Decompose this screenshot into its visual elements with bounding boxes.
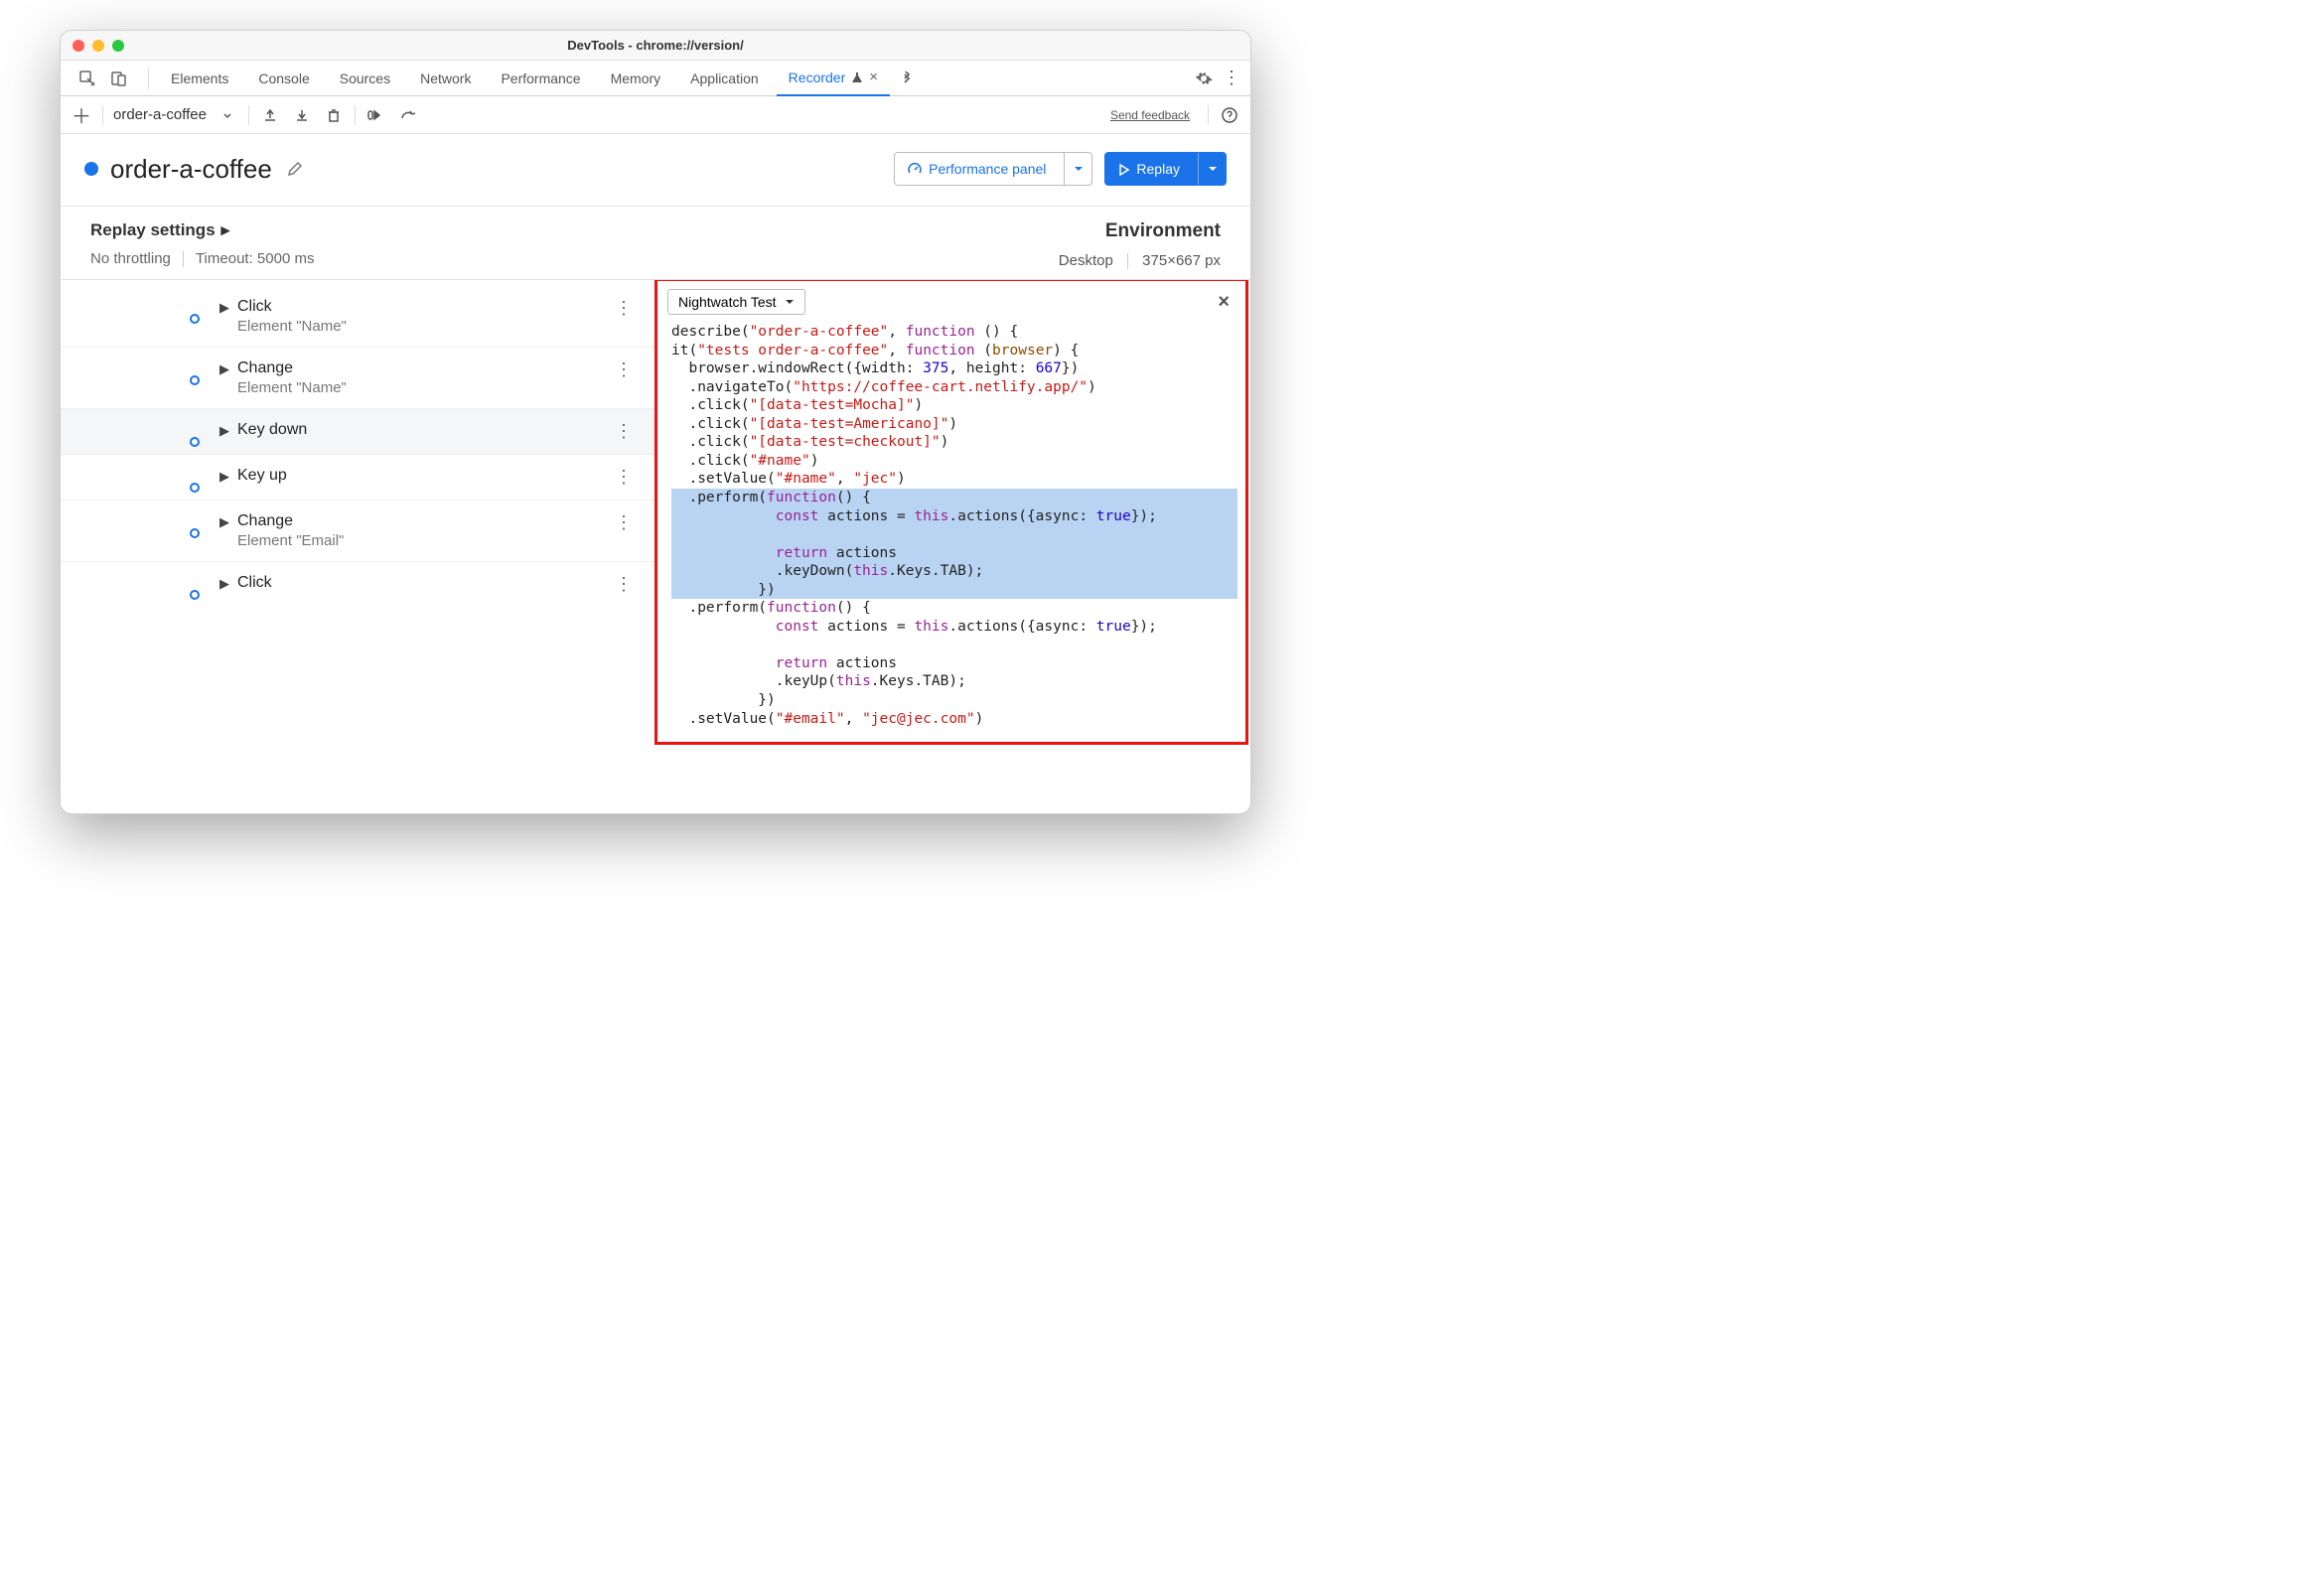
- step-row[interactable]: ▶ Key down ⋮: [61, 408, 655, 454]
- chevron-down-icon[interactable]: [217, 104, 238, 126]
- timeout-value: Timeout: 5000 ms: [196, 250, 315, 267]
- env-device: Desktop: [1059, 252, 1113, 269]
- export-format-label: Nightwatch Test: [678, 294, 777, 310]
- recorder-toolbar: ＋ order-a-coffee Send feedback: [61, 96, 1250, 134]
- window-title: DevTools - chrome://version/: [61, 38, 1250, 53]
- tab-application[interactable]: Application: [678, 61, 771, 96]
- panel-tabs: Elements Console Sources Network Perform…: [61, 61, 1250, 96]
- tab-console[interactable]: Console: [246, 61, 321, 96]
- step-title: Change: [237, 512, 344, 530]
- step-row[interactable]: ▶ Change Element "Name" ⋮: [61, 347, 655, 408]
- code-body[interactable]: describe("order-a-coffee", function () {…: [657, 323, 1245, 742]
- step-subtitle: Element "Email": [237, 532, 344, 549]
- export-code-panel: Nightwatch Test × describe("order-a-coff…: [654, 279, 1248, 745]
- step-title: Change: [237, 359, 347, 377]
- expand-step-icon[interactable]: ▶: [219, 514, 229, 530]
- expand-step-icon[interactable]: ▶: [219, 300, 229, 316]
- device-toggle-icon[interactable]: [108, 68, 130, 89]
- step-subtitle: Element "Name": [237, 318, 347, 335]
- page-title: order-a-coffee: [110, 154, 272, 185]
- tab-sources[interactable]: Sources: [328, 61, 402, 96]
- close-tab-icon[interactable]: ×: [869, 69, 878, 85]
- step-row[interactable]: ▶ Click Element "Name" ⋮: [61, 286, 655, 347]
- expand-step-icon[interactable]: ▶: [219, 469, 229, 485]
- step-row[interactable]: ▶ Change Element "Email" ⋮: [61, 500, 655, 561]
- gauge-icon: [907, 161, 923, 177]
- performance-panel-dropdown[interactable]: [1064, 153, 1091, 185]
- expand-step-icon[interactable]: ▶: [219, 423, 229, 439]
- more-tabs-icon[interactable]: [896, 68, 918, 89]
- help-icon[interactable]: [1219, 104, 1240, 126]
- tab-memory[interactable]: Memory: [599, 61, 673, 96]
- flask-icon: [851, 72, 863, 83]
- tab-elements[interactable]: Elements: [159, 61, 240, 96]
- recorder-body: ▶ Click Element "Name" ⋮ ▶ Change Elemen…: [61, 279, 1250, 813]
- gear-icon[interactable]: [1193, 68, 1215, 89]
- send-feedback-link[interactable]: Send feedback: [1110, 108, 1198, 122]
- inspect-icon[interactable]: [76, 68, 98, 89]
- replay-button[interactable]: Replay: [1104, 152, 1227, 186]
- close-panel-icon[interactable]: ×: [1212, 291, 1235, 314]
- step-menu-icon[interactable]: ⋮: [603, 298, 646, 319]
- step-subtitle: Element "Name": [237, 379, 347, 396]
- replay-button-label: Replay: [1136, 161, 1180, 177]
- throttling-value: No throttling: [90, 250, 171, 267]
- step-title: Click: [237, 298, 347, 316]
- recording-header: order-a-coffee Performance panel Replay: [61, 134, 1250, 207]
- step-menu-icon[interactable]: ⋮: [603, 467, 646, 488]
- titlebar: DevTools - chrome://version/: [61, 31, 1250, 61]
- step-icon[interactable]: [397, 104, 419, 126]
- chevron-down-icon: [785, 297, 795, 307]
- tab-recorder[interactable]: Recorder ×: [777, 61, 890, 96]
- replay-settings: Replay settings ▸ No throttling Timeout:…: [61, 207, 1250, 279]
- step-over-icon[interactable]: [365, 104, 387, 126]
- step-title: Key down: [237, 421, 307, 439]
- devtools-window: DevTools - chrome://version/ Elements Co…: [60, 30, 1251, 814]
- step-menu-icon[interactable]: ⋮: [603, 574, 646, 595]
- add-recording-icon[interactable]: ＋: [71, 104, 92, 126]
- chevron-right-icon: ▸: [221, 220, 230, 240]
- edit-title-icon[interactable]: [284, 158, 306, 180]
- replay-settings-heading[interactable]: Replay settings ▸: [90, 220, 314, 240]
- export-icon[interactable]: [291, 104, 313, 126]
- steps-panel: ▶ Click Element "Name" ⋮ ▶ Change Elemen…: [61, 280, 655, 813]
- tab-network[interactable]: Network: [408, 61, 483, 96]
- kebab-icon[interactable]: ⋮: [1221, 68, 1242, 89]
- step-menu-icon[interactable]: ⋮: [603, 359, 646, 380]
- step-row[interactable]: ▶ Key up ⋮: [61, 454, 655, 500]
- performance-panel-button[interactable]: Performance panel: [894, 152, 1092, 186]
- record-indicator-icon: [84, 162, 98, 176]
- performance-panel-label: Performance panel: [929, 161, 1046, 177]
- tab-recorder-label: Recorder: [789, 70, 846, 85]
- export-format-dropdown[interactable]: Nightwatch Test: [667, 289, 805, 315]
- step-title: Click: [237, 574, 272, 592]
- expand-step-icon[interactable]: ▶: [219, 576, 229, 592]
- recording-name[interactable]: order-a-coffee: [113, 106, 207, 123]
- step-row[interactable]: ▶ Click ⋮: [61, 561, 655, 607]
- environment-heading: Environment: [1059, 220, 1221, 242]
- step-menu-icon[interactable]: ⋮: [603, 512, 646, 533]
- expand-step-icon[interactable]: ▶: [219, 361, 229, 377]
- import-icon[interactable]: [259, 104, 281, 126]
- replay-dropdown[interactable]: [1198, 153, 1226, 185]
- step-title: Key up: [237, 467, 287, 485]
- step-menu-icon[interactable]: ⋮: [603, 421, 646, 442]
- play-icon: [1117, 163, 1130, 176]
- tab-performance[interactable]: Performance: [489, 61, 592, 96]
- env-viewport: 375×667 px: [1142, 252, 1221, 269]
- delete-icon[interactable]: [323, 104, 345, 126]
